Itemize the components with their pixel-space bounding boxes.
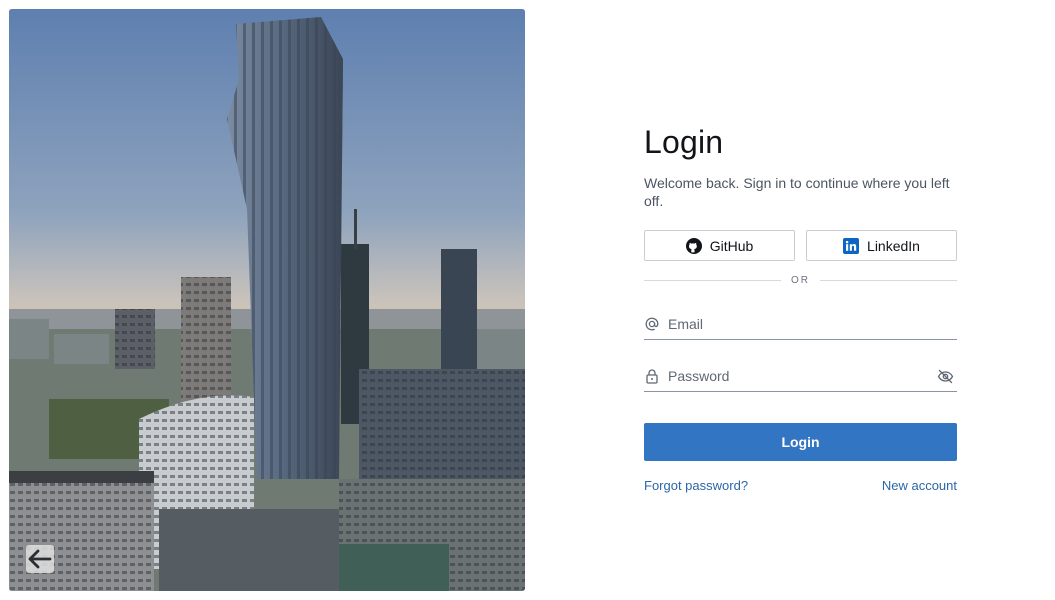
lock-icon [644, 368, 660, 384]
linkedin-label: LinkedIn [867, 237, 920, 254]
at-sign-icon [644, 316, 660, 332]
page-subtitle: Welcome back. Sign in to continue where … [644, 175, 950, 209]
github-label: GitHub [709, 237, 754, 254]
email-field-wrapper [644, 309, 957, 340]
login-panel: Login Welcome back. Sign in to continue … [644, 120, 957, 493]
forgot-password-link[interactable]: Forgot password? [644, 478, 748, 493]
password-field[interactable] [668, 361, 957, 391]
divider-line-right [820, 280, 957, 281]
eye-off-icon[interactable] [937, 368, 954, 385]
oauth-buttons: GitHub LinkedIn [644, 230, 957, 261]
auth-links: Forgot password? New account [644, 478, 957, 493]
github-login-button[interactable]: GitHub [644, 230, 795, 261]
email-field[interactable] [668, 309, 957, 339]
github-icon [685, 237, 702, 254]
login-submit-button[interactable]: Login [644, 423, 957, 461]
or-divider: OR [644, 275, 957, 286]
divider-line-left [644, 280, 781, 281]
back-button[interactable] [26, 545, 54, 573]
page-title: Login [644, 124, 724, 160]
new-account-link[interactable]: New account [882, 478, 957, 493]
linkedin-icon [843, 237, 860, 254]
city-skyline-illustration [9, 9, 525, 591]
password-field-wrapper [644, 361, 957, 392]
hero-image [9, 9, 525, 591]
linkedin-login-button[interactable]: LinkedIn [806, 230, 957, 261]
arrow-left-icon [28, 549, 52, 569]
divider-text: OR [791, 275, 810, 286]
